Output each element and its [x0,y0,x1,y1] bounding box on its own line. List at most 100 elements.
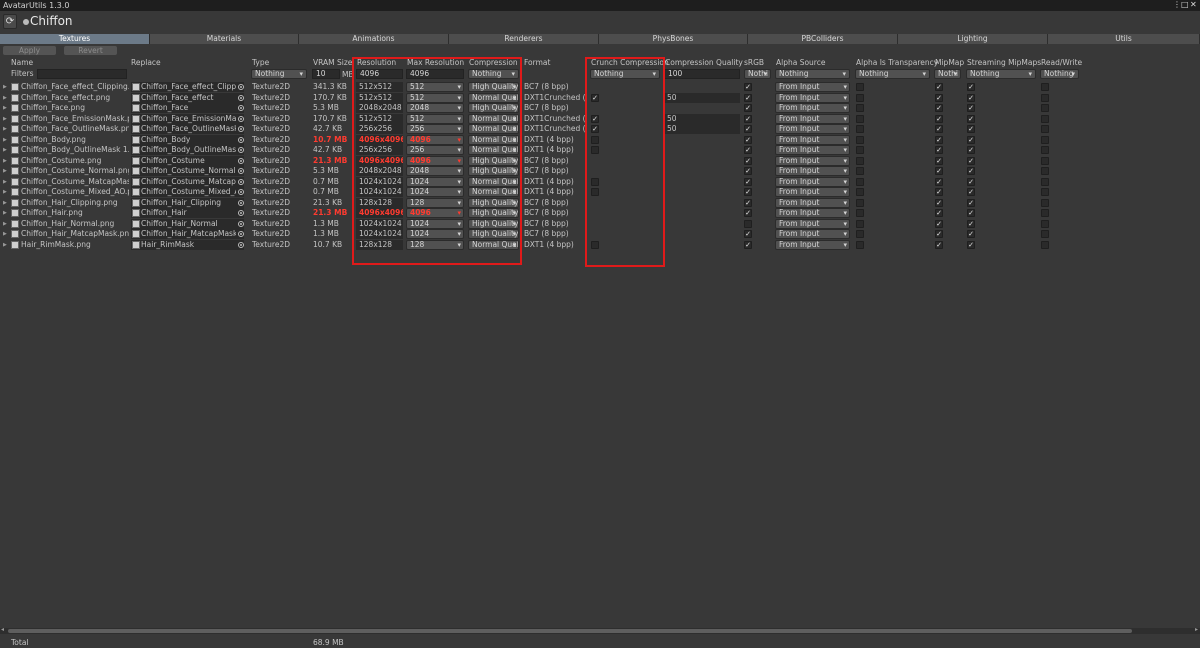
mipmap-checkbox[interactable]: ✓ [935,209,943,217]
max-resolution-dropdown[interactable]: 1024 [406,229,464,239]
alpha-transparency-checkbox[interactable] [856,146,864,154]
resolution-value[interactable]: 256x256 [356,124,403,134]
alpha-source-dropdown[interactable]: From Input [775,166,850,176]
resolution-filter-input[interactable]: 4096 [356,69,403,79]
compression-dropdown[interactable]: High Quality [468,218,519,229]
object-picker-icon[interactable] [238,126,244,132]
col-streaming[interactable]: Streaming MipMaps [967,58,1041,67]
mipmap-checkbox[interactable]: ✓ [935,167,943,175]
alpha-transparency-checkbox[interactable] [856,104,864,112]
readwrite-filter[interactable]: Nothing [1040,69,1079,79]
object-picker-icon[interactable] [238,84,244,90]
max-resolution-dropdown[interactable]: 1024 [406,218,464,229]
alpha-source-dropdown[interactable]: From Input [775,197,850,208]
alpha-source-dropdown[interactable]: From Input [775,229,850,239]
streaming-checkbox[interactable]: ✓ [967,104,975,112]
object-picker-icon[interactable] [238,136,244,143]
horizontal-scrollbar[interactable]: ◂ ▸ [0,626,1200,634]
max-resolution-dropdown[interactable]: 128 [406,239,464,250]
crunch-checkbox[interactable] [591,188,599,196]
max-resolution-dropdown[interactable]: 512 [406,82,464,92]
close-icon[interactable]: ✕ [1190,0,1197,9]
tab-textures[interactable]: Textures [0,34,150,44]
col-compression[interactable]: Compression [469,58,518,67]
alpha-transparency-checkbox[interactable] [856,240,864,249]
vram-filter-input[interactable]: 10 [312,69,340,79]
col-replace[interactable]: Replace [131,58,161,67]
compression-dropdown[interactable]: High Quality [468,103,519,113]
quality-field[interactable]: 50 [664,92,740,103]
alpha-source-dropdown[interactable]: From Input [775,92,850,103]
col-alpha-transparency[interactable]: Alpha Is Transparency [856,58,938,67]
max-resolution-dropdown[interactable]: 4096 [406,208,464,218]
resolution-value[interactable]: 2048x2048 [356,103,403,113]
resolution-value[interactable]: 1024x1024 [356,187,403,197]
srgb-checkbox[interactable]: ✓ [744,198,752,207]
scroll-right-icon[interactable]: ▸ [1195,626,1198,633]
crunch-checkbox[interactable]: ✓ [591,114,599,123]
expand-icon[interactable]: ▶ [3,82,7,92]
crunch-checkbox[interactable] [591,146,599,154]
compression-dropdown[interactable]: High Quality [468,166,519,176]
alpha-source-dropdown[interactable]: From Input [775,82,850,92]
compression-dropdown[interactable]: Normal Qual [468,92,519,103]
resolution-value[interactable]: 4096x4096 [356,208,403,218]
resolution-value[interactable]: 256x256 [356,145,403,155]
alpha-transparency-checkbox[interactable] [856,135,864,144]
streaming-checkbox[interactable]: ✓ [967,83,975,91]
object-picker-icon[interactable] [238,241,244,248]
compression-dropdown[interactable]: Normal Qual [468,124,519,134]
apply-button[interactable]: Apply [3,46,56,55]
mipmap-checkbox[interactable]: ✓ [935,240,943,249]
expand-icon[interactable]: ▶ [3,198,7,208]
streaming-checkbox[interactable]: ✓ [967,230,975,238]
alpha-transparency-checkbox[interactable] [856,83,864,91]
crunch-checkbox[interactable]: ✓ [591,93,599,102]
expand-icon[interactable]: ▶ [3,219,7,229]
quality-filter-input[interactable]: 100 [664,69,740,79]
alpha-source-dropdown[interactable]: From Input [775,187,850,197]
compression-dropdown[interactable]: Normal Qual [468,176,519,187]
streaming-checkbox[interactable]: ✓ [967,146,975,154]
alpha-transparency-checkbox[interactable] [856,188,864,196]
object-picker-icon[interactable] [238,157,244,164]
srgb-checkbox[interactable]: ✓ [744,240,752,249]
mipmap-checkbox[interactable]: ✓ [935,188,943,196]
expand-icon[interactable]: ▶ [3,145,7,155]
object-picker-icon[interactable] [238,147,244,153]
readwrite-checkbox[interactable] [1041,114,1049,123]
alpha-transparency-checkbox[interactable] [856,156,864,165]
srgb-checkbox[interactable]: ✓ [744,135,752,144]
expand-icon[interactable]: ▶ [3,240,7,250]
mipmap-checkbox[interactable]: ✓ [935,219,943,228]
readwrite-checkbox[interactable] [1041,188,1049,196]
resolution-value[interactable]: 4096x4096 [356,134,403,145]
type-filter[interactable]: Nothing [251,69,307,79]
readwrite-checkbox[interactable] [1041,198,1049,207]
compression-dropdown[interactable]: High Quality [468,82,519,92]
streaming-filter[interactable]: Nothing [966,69,1036,79]
mipmap-checkbox[interactable]: ✓ [935,198,943,207]
col-max-resolution[interactable]: Max Resolution [407,58,464,67]
scroll-left-icon[interactable]: ◂ [1,626,4,633]
col-quality[interactable]: Compression Quality [665,58,743,67]
max-resolution-dropdown[interactable]: 2048 [406,166,464,176]
srgb-checkbox[interactable]: ✓ [744,230,752,238]
max-resolution-dropdown[interactable]: 1024 [406,187,464,197]
streaming-checkbox[interactable]: ✓ [967,240,975,249]
compression-dropdown[interactable]: High Quality [468,208,519,218]
alpha-transparency-checkbox[interactable] [856,198,864,207]
srgb-checkbox[interactable]: ✓ [744,167,752,175]
col-crunch[interactable]: Crunch Compression [591,58,669,67]
object-picker-icon[interactable] [238,231,244,237]
readwrite-checkbox[interactable] [1041,93,1049,102]
alpha-source-dropdown[interactable]: From Input [775,145,850,155]
expand-icon[interactable]: ▶ [3,135,7,145]
readwrite-checkbox[interactable] [1041,146,1049,154]
max-resolution-dropdown[interactable]: 512 [406,92,464,103]
col-vram[interactable]: VRAM Size [313,58,352,67]
max-resolution-dropdown[interactable]: 4096 [406,155,464,166]
streaming-checkbox[interactable]: ✓ [967,209,975,217]
alpha-transparency-checkbox[interactable] [856,125,864,133]
srgb-checkbox[interactable]: ✓ [744,104,752,112]
